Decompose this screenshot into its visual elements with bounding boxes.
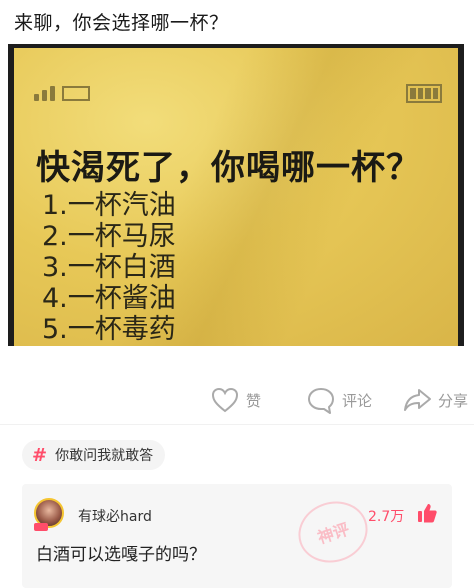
avatar-badge	[34, 523, 48, 531]
meme-image[interactable]: 快渴死了，你喝哪一杯？ 1.一杯汽油 2.一杯马尿 3.一杯白酒 4.一杯酱油 …	[8, 44, 464, 346]
topic-tag[interactable]: # 你敢问我就敢答	[22, 440, 166, 470]
like-button[interactable]: 赞	[210, 386, 261, 414]
post-title: 来聊，你会选择哪一杯？	[14, 12, 229, 34]
meme-option: 1.一杯汽油	[42, 190, 176, 221]
comment-bubble-icon	[308, 388, 334, 414]
comment-username[interactable]: 有球必hard	[78, 506, 152, 526]
thumbs-up-icon[interactable]	[416, 502, 438, 524]
top-comment[interactable]: 有球必hard 神评 2.7万 白酒可以选嘎子的吗？	[22, 484, 452, 588]
meme-option: 4.一杯酱油	[42, 283, 176, 314]
stamp-icon: 神评	[290, 492, 376, 572]
heart-icon	[211, 387, 239, 413]
meme-option: 3.一杯白酒	[42, 252, 176, 283]
avatar[interactable]	[34, 498, 64, 531]
divider	[0, 424, 474, 425]
action-bar: 赞 评论 分享	[0, 386, 474, 420]
comment-button[interactable]: 评论	[306, 386, 372, 414]
meme-options: 1.一杯汽油 2.一杯马尿 3.一杯白酒 4.一杯酱油 5.一杯毒药	[42, 190, 176, 345]
meme-option: 2.一杯马尿	[42, 221, 176, 252]
share-arrow-icon	[404, 389, 431, 411]
comment-label: 评论	[342, 391, 373, 410]
battery-icon	[406, 84, 442, 103]
comment-like-count: 2.7万	[368, 509, 405, 525]
topic-label: 你敢问我就敢答	[55, 448, 154, 464]
share-label: 分享	[438, 391, 469, 410]
meme-option: 5.一杯毒药	[42, 314, 176, 345]
signal-icon	[34, 86, 90, 101]
comment-text: 白酒可以选嘎子的吗？	[36, 545, 206, 565]
phone-screen: 快渴死了，你喝哪一杯？ 1.一杯汽油 2.一杯马尿 3.一杯白酒 4.一杯酱油 …	[14, 48, 458, 346]
hashtag-icon: #	[32, 444, 48, 466]
like-label: 赞	[246, 391, 262, 410]
share-button[interactable]: 分享	[402, 386, 468, 414]
meme-question: 快渴死了，你喝哪一杯？	[36, 148, 421, 188]
